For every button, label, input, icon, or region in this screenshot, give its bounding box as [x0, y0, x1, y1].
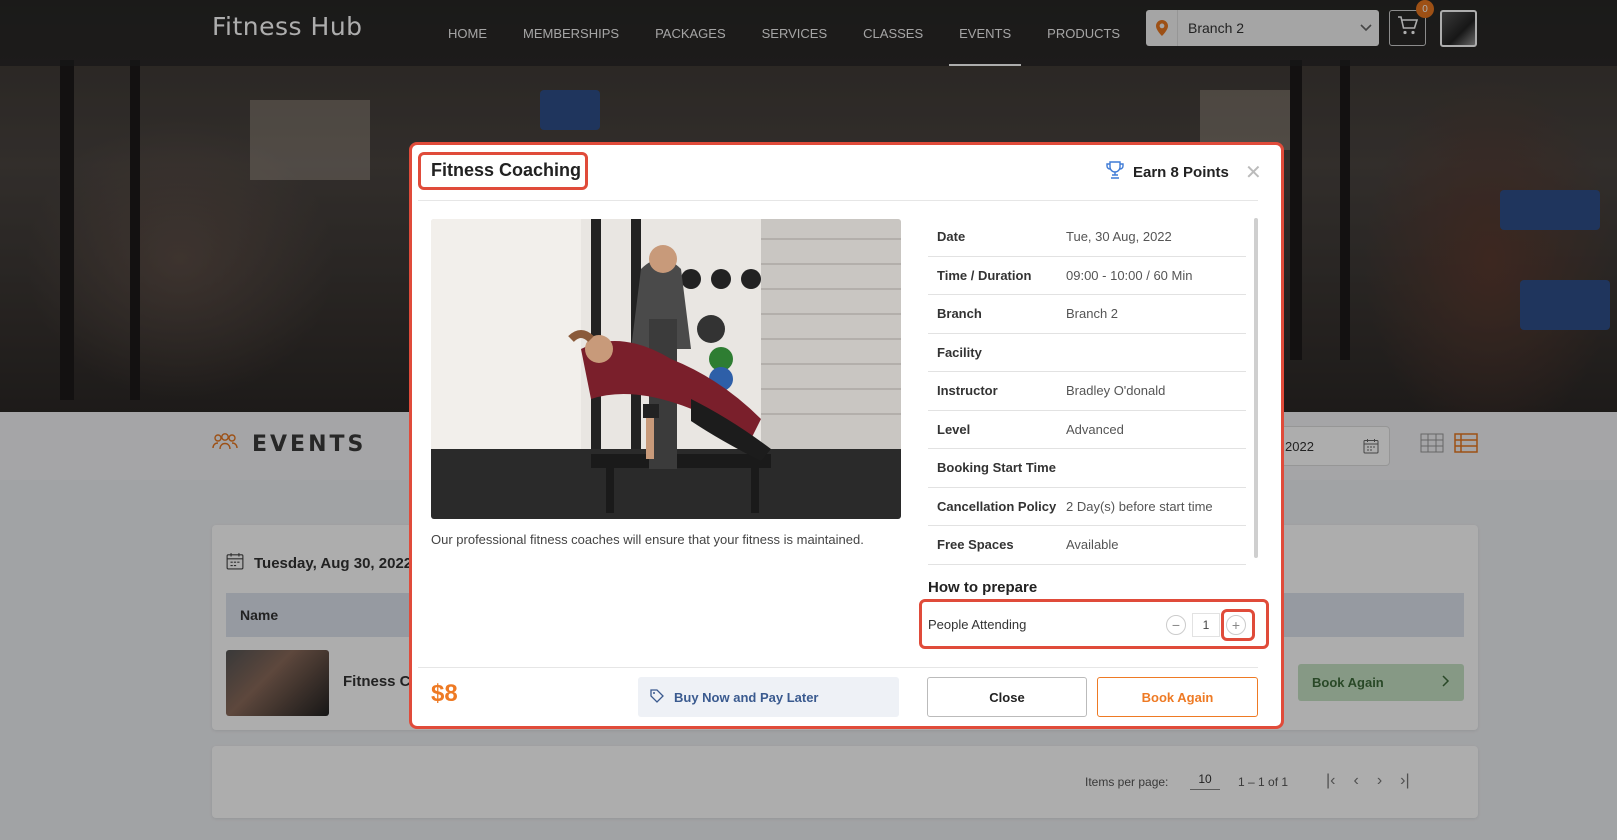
detail-value: Advanced: [1066, 421, 1124, 437]
modal-header-divider: [418, 200, 1258, 201]
detail-row: Booking Start Time: [928, 449, 1246, 488]
event-description: Our professional fitness coaches will en…: [431, 532, 864, 547]
tag-icon: [650, 688, 664, 706]
detail-value: 09:00 - 10:00 / 60 Min: [1066, 267, 1193, 283]
event-photo: [431, 219, 901, 519]
detail-value: Tue, 30 Aug, 2022: [1066, 229, 1172, 245]
plus-button-highlight: [1221, 609, 1255, 641]
detail-key: Instructor: [937, 383, 998, 399]
detail-row: Facility: [928, 334, 1246, 372]
modal-title: Fitness Coaching: [431, 160, 582, 180]
detail-value: Available: [1066, 537, 1119, 553]
event-price: $8: [431, 680, 458, 707]
book-again-button[interactable]: Book Again: [1097, 677, 1258, 717]
earn-points-text: Earn 8 Points: [1133, 163, 1229, 181]
detail-row: Branch Branch 2: [928, 295, 1246, 334]
detail-row: Free Spaces Available: [928, 526, 1246, 565]
detail-row: Time / Duration 09:00 - 10:00 / 60 Min: [928, 257, 1246, 295]
detail-key: Branch: [937, 306, 982, 322]
modal-footer-divider: [418, 667, 1258, 668]
detail-key: Cancellation Policy: [937, 498, 1057, 514]
detail-key: Facility: [937, 344, 982, 360]
how-to-prepare-heading: How to prepare: [928, 579, 1038, 596]
detail-key: Booking Start Time: [937, 460, 1056, 476]
detail-row: Cancellation Policy 2 Day(s) before start…: [928, 488, 1246, 526]
close-icon[interactable]: ✕: [1245, 160, 1262, 185]
event-details-table: Date Tue, 30 Aug, 2022 Time / Duration 09:…: [928, 218, 1246, 565]
detail-row: Instructor Bradley O'donald: [928, 372, 1246, 411]
detail-key: Time / Duration: [937, 267, 1032, 283]
close-button[interactable]: Close: [927, 677, 1087, 717]
detail-key: Date: [937, 229, 966, 245]
detail-value: Bradley O'donald: [1066, 383, 1166, 399]
buy-now-pay-later-button[interactable]: Buy Now and Pay Later: [638, 677, 899, 717]
detail-key: Free Spaces: [937, 537, 1014, 553]
detail-value: 2 Day(s) before start time: [1066, 498, 1213, 514]
minus-icon[interactable]: −: [1166, 615, 1186, 635]
trophy-icon: [1105, 160, 1125, 184]
earn-points: Earn 8 Points: [1105, 160, 1229, 184]
people-attending-label: People Attending: [928, 617, 1027, 632]
people-count[interactable]: 1: [1192, 613, 1220, 637]
detail-row: Level Advanced: [928, 411, 1246, 449]
detail-key: Level: [937, 421, 971, 437]
detail-value: Branch 2: [1066, 306, 1119, 322]
detail-row: Date Tue, 30 Aug, 2022: [928, 218, 1246, 257]
buy-now-pay-later-label: Buy Now and Pay Later: [674, 689, 819, 705]
details-scrollbar[interactable]: [1254, 218, 1258, 558]
